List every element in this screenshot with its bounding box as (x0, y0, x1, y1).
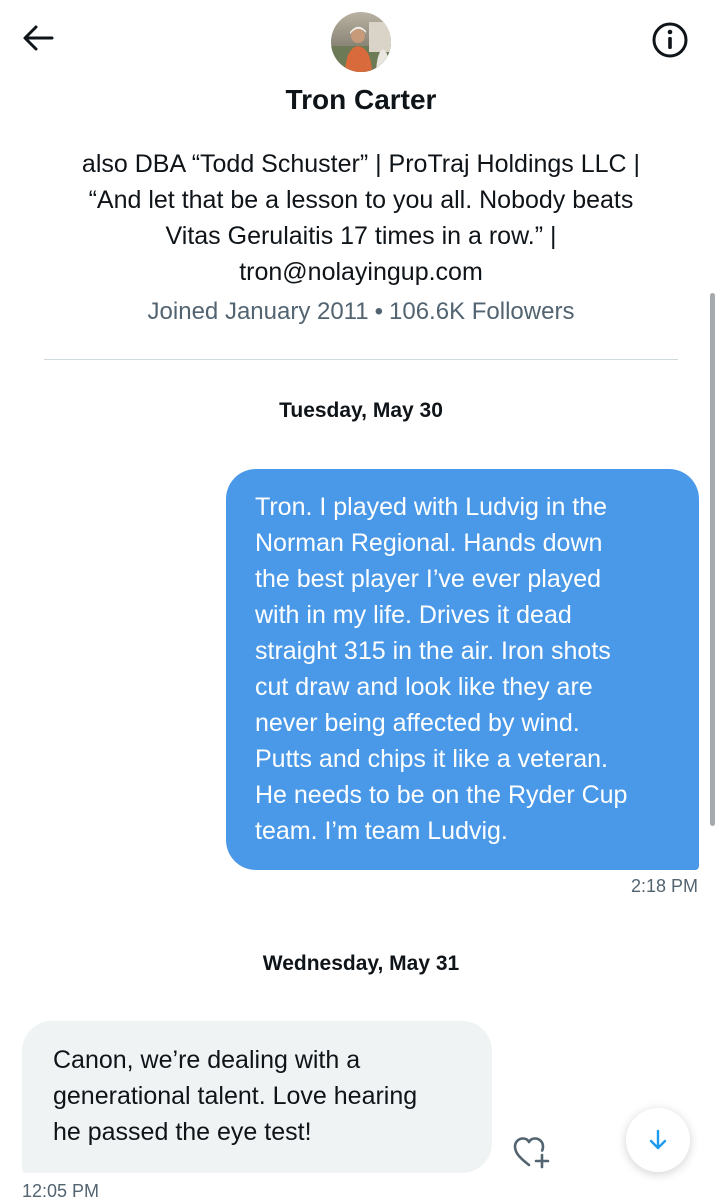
meta-separator: • (374, 298, 384, 325)
sent-message-bubble[interactable]: Tron. I played with Ludvig in the Norman… (226, 469, 699, 870)
message-line: he passed the eye test! (53, 1118, 312, 1146)
message-line: cut draw and look like they are (255, 673, 593, 701)
profile-meta: Joined January 2011 • 106.6K Followers (0, 298, 722, 326)
profile-bio: also DBA “Todd Schuster” | ProTraj Holdi… (40, 146, 682, 290)
message-timestamp: 2:18 PM (630, 876, 698, 896)
heart-plus-icon (513, 1137, 550, 1169)
bio-email-link[interactable]: tron@nolayingup.com (40, 254, 682, 290)
back-button[interactable] (18, 18, 58, 58)
date-separator: Wednesday, May 31 (262, 952, 460, 975)
message-timestamp: 12:05 PM (22, 1181, 100, 1200)
react-button[interactable] (510, 1132, 554, 1172)
message-line: with in my life. Drives it dead (255, 601, 572, 629)
arrow-down-icon (649, 1129, 667, 1150)
message-line: Putts and chips it like a veteran. (255, 745, 608, 773)
info-circle-icon (652, 22, 688, 58)
message-line: Canon, we’re dealing with a (53, 1046, 361, 1074)
divider (44, 359, 678, 360)
message-line: straight 315 in the air. Iron shots (255, 637, 611, 665)
message-line: generational talent. Love hearing (53, 1082, 418, 1110)
scroll-to-bottom-button[interactable] (626, 1108, 690, 1172)
message-line: team. I’m team Ludvig. (255, 817, 508, 845)
message-line: Tron. I played with Ludvig in the (255, 493, 608, 521)
scrollbar[interactable] (710, 293, 715, 826)
date-separator: Tuesday, May 30 (279, 399, 443, 422)
message-line: never being affected by wind. (255, 709, 580, 737)
arrow-left-icon (23, 25, 54, 51)
message-line: Norman Regional. Hands down (255, 529, 603, 557)
received-message-bubble[interactable]: Canon, we’re dealing with a generational… (22, 1021, 492, 1173)
profile-name[interactable]: Tron Carter (0, 84, 722, 116)
avatar[interactable] (331, 12, 391, 72)
bio-line: “And let that be a lesson to you all. No… (88, 186, 634, 214)
joined-date: Joined January 2011 (147, 298, 369, 325)
avatar-photo (331, 12, 391, 72)
message-line: He needs to be on the Ryder Cup (255, 781, 628, 809)
bio-line: Vitas Gerulaitis 17 times in a row.” | (165, 222, 557, 250)
followers-count[interactable]: 106.6K Followers (389, 298, 574, 325)
message-line: the best player I’ve ever played (255, 565, 602, 593)
bio-line: also DBA “Todd Schuster” | ProTraj Holdi… (81, 150, 641, 178)
info-button[interactable] (648, 18, 692, 62)
